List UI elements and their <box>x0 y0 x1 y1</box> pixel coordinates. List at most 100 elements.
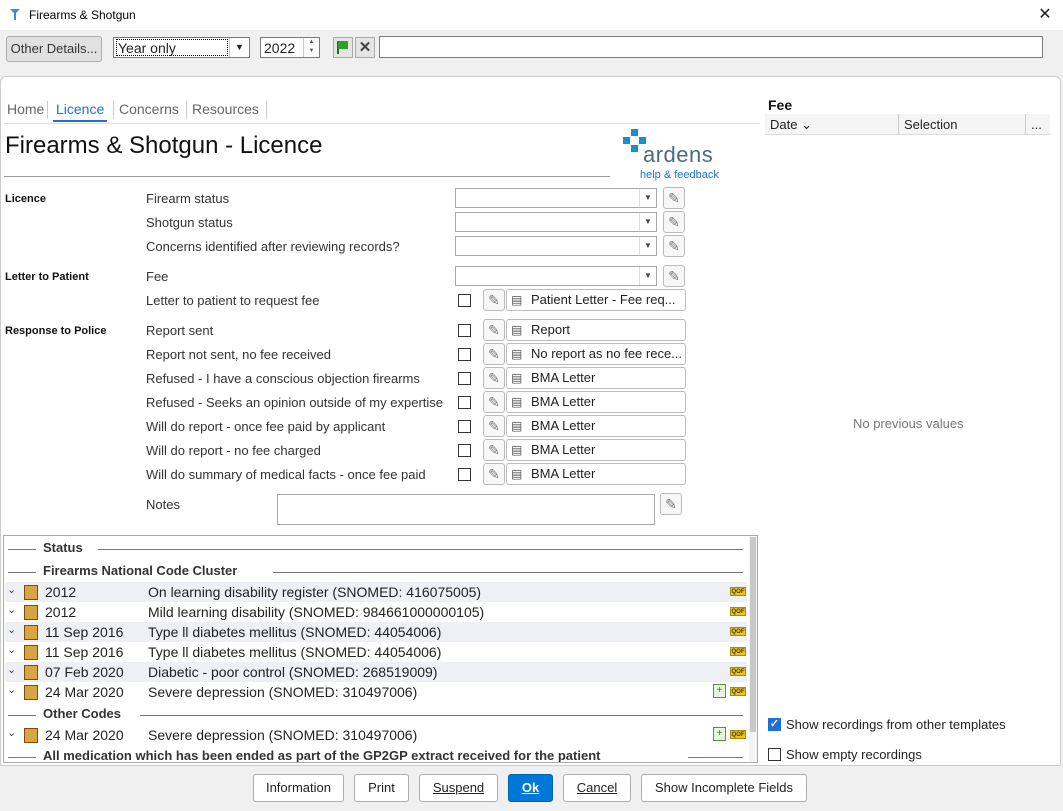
chevron-down-icon[interactable]: ⌄ <box>7 643 16 656</box>
pencil-icon[interactable]: ✎ <box>663 211 685 233</box>
section-letter: Letter to Patient <box>5 271 89 283</box>
show-other-templates-label[interactable]: Show recordings from other templates <box>786 717 1006 732</box>
firearm-status-label: Firearm status <box>146 191 230 206</box>
show-empty-label[interactable]: Show empty recordings <box>786 747 922 762</box>
show-other-templates-checkbox[interactable]: ✓ <box>768 718 781 731</box>
row-description: Severe depression (SNOMED: 310497006) <box>148 727 418 743</box>
title-bar <box>0 0 1063 30</box>
report-not-sent-doc-name: No report as no fee rece... <box>531 346 683 361</box>
chevron-down-icon[interactable]: ▼ <box>639 189 656 207</box>
clear-filter-icon[interactable]: ✕ <box>355 37 375 58</box>
chevron-down-icon[interactable]: ▼ <box>639 237 656 255</box>
pencil-icon[interactable]: ✎ <box>483 319 505 341</box>
print-button[interactable]: Print <box>354 774 409 802</box>
suspend-button[interactable]: Suspend <box>419 774 498 802</box>
tab-concerns[interactable]: Concerns <box>116 96 182 122</box>
chevron-down-icon[interactable]: ▼ <box>639 267 656 285</box>
will-do-fee-checkbox[interactable] <box>458 420 471 433</box>
row-description: Severe depression (SNOMED: 310497006) <box>148 684 418 700</box>
information-button[interactable]: Information <box>253 774 344 802</box>
will-do-fee-doc[interactable]: ▤ BMA Letter <box>506 415 686 437</box>
flag-button[interactable] <box>333 37 353 58</box>
history-row[interactable]: ⌄ 11 Sep 2016 Type ll diabetes mellitus … <box>5 642 747 662</box>
add-record-icon[interactable]: + <box>713 684 726 698</box>
app-icon <box>10 9 20 20</box>
will-do-summary-checkbox[interactable] <box>458 468 471 481</box>
will-do-no-fee-doc[interactable]: ▤ BMA Letter <box>506 439 686 461</box>
cancel-button[interactable]: Cancel <box>563 774 631 802</box>
history-row[interactable]: ⌄ 11 Sep 2016 Type ll diabetes mellitus … <box>5 622 747 642</box>
fee-combo[interactable]: ▼ <box>455 266 657 286</box>
letter-fee-label: Letter to patient to request fee <box>146 293 320 308</box>
chevron-down-icon[interactable]: ▼ <box>229 38 249 57</box>
chevron-down-icon[interactable]: ⌄ <box>7 623 16 636</box>
refused-expertise-checkbox[interactable] <box>458 396 471 409</box>
pencil-icon[interactable]: ✎ <box>663 265 685 287</box>
history-scrollbar[interactable] <box>749 537 757 762</box>
pencil-icon[interactable]: ✎ <box>483 415 505 437</box>
book-icon <box>24 645 38 660</box>
report-not-sent-doc[interactable]: ▤ No report as no fee rece... <box>506 343 686 365</box>
period-select[interactable]: Year only ▼ <box>113 37 250 58</box>
letter-fee-checkbox[interactable] <box>458 294 471 307</box>
tab-home[interactable]: Home <box>4 96 47 122</box>
chevron-down-icon[interactable]: ⌄ <box>7 726 16 739</box>
pencil-icon[interactable]: ✎ <box>660 493 682 515</box>
pencil-icon[interactable]: ✎ <box>483 343 505 365</box>
history-list[interactable]: Status Firearms National Code Cluster ⌄ … <box>3 535 758 763</box>
column-more[interactable]: ... <box>1031 117 1042 132</box>
firearm-status-combo[interactable]: ▼ <box>455 188 657 208</box>
history-row[interactable]: ⌄ 2012 Mild learning disability (SNOMED:… <box>5 602 747 622</box>
concerns-combo[interactable]: ▼ <box>455 236 657 256</box>
other-details-button[interactable]: Other Details... <box>6 36 102 62</box>
pencil-icon[interactable]: ✎ <box>483 289 505 311</box>
qof-icon: QOF <box>730 687 746 696</box>
pencil-icon[interactable]: ✎ <box>483 367 505 389</box>
filter-input[interactable] <box>379 36 1043 58</box>
report-sent-doc[interactable]: ▤ Report <box>506 319 686 341</box>
chevron-down-icon[interactable]: ⌄ <box>7 603 16 616</box>
scrollbar-thumb[interactable] <box>750 537 756 732</box>
notes-textarea[interactable] <box>277 494 655 525</box>
ardens-logo[interactable]: ardens help & feedback <box>620 128 730 184</box>
column-date[interactable]: Date ⌄ <box>770 117 812 133</box>
tab-resources[interactable]: Resources <box>189 96 262 122</box>
will-do-summary-doc[interactable]: ▤ BMA Letter <box>506 463 686 485</box>
history-row[interactable]: ⌄ 24 Mar 2020 Severe depression (SNOMED:… <box>5 725 747 745</box>
will-do-fee-label: Will do report - once fee paid by applic… <box>146 419 386 434</box>
spin-arrows-icon[interactable]: ▲ ▼ <box>303 38 319 57</box>
ok-button[interactable]: Ok <box>508 774 553 802</box>
empty-state-text: No previous values <box>853 416 964 431</box>
document-icon: ▤ <box>511 395 523 409</box>
refused-objection-doc[interactable]: ▤ BMA Letter <box>506 367 686 389</box>
add-record-icon[interactable]: + <box>713 727 726 741</box>
chevron-down-icon[interactable]: ▼ <box>639 213 656 231</box>
close-icon[interactable]: ✕ <box>1034 4 1056 26</box>
refused-objection-checkbox[interactable] <box>458 372 471 385</box>
column-selection[interactable]: Selection <box>904 117 957 132</box>
row-description: Diabetic - poor control (SNOMED: 2685190… <box>148 664 438 680</box>
report-sent-checkbox[interactable] <box>458 324 471 337</box>
history-row[interactable]: ⌄ 24 Mar 2020 Severe depression (SNOMED:… <box>5 682 747 702</box>
tab-licence[interactable]: Licence <box>53 96 108 122</box>
pencil-icon[interactable]: ✎ <box>483 463 505 485</box>
show-incomplete-fields-button[interactable]: Show Incomplete Fields <box>641 774 807 802</box>
refused-expertise-doc[interactable]: ▤ BMA Letter <box>506 391 686 413</box>
pencil-icon[interactable]: ✎ <box>663 187 685 209</box>
report-not-sent-checkbox[interactable] <box>458 348 471 361</box>
letter-fee-doc[interactable]: ▤ Patient Letter - Fee req... <box>506 289 686 311</box>
history-row[interactable]: ⌄ 2012 On learning disability register (… <box>5 582 747 602</box>
will-do-no-fee-checkbox[interactable] <box>458 444 471 457</box>
show-empty-checkbox[interactable] <box>768 748 781 761</box>
help-feedback-link[interactable]: help & feedback <box>640 169 719 181</box>
year-stepper[interactable]: 2022 ▲ ▼ <box>260 37 320 58</box>
pencil-icon[interactable]: ✎ <box>483 391 505 413</box>
shotgun-status-combo[interactable]: ▼ <box>455 212 657 232</box>
pencil-icon[interactable]: ✎ <box>663 235 685 257</box>
fee-table-header: Date ⌄ Selection ... <box>765 114 1050 135</box>
pencil-icon[interactable]: ✎ <box>483 439 505 461</box>
chevron-down-icon[interactable]: ⌄ <box>7 583 16 596</box>
chevron-down-icon[interactable]: ⌄ <box>7 683 16 696</box>
history-row[interactable]: ⌄ 07 Feb 2020 Diabetic - poor control (S… <box>5 662 747 682</box>
chevron-down-icon[interactable]: ⌄ <box>7 663 16 676</box>
